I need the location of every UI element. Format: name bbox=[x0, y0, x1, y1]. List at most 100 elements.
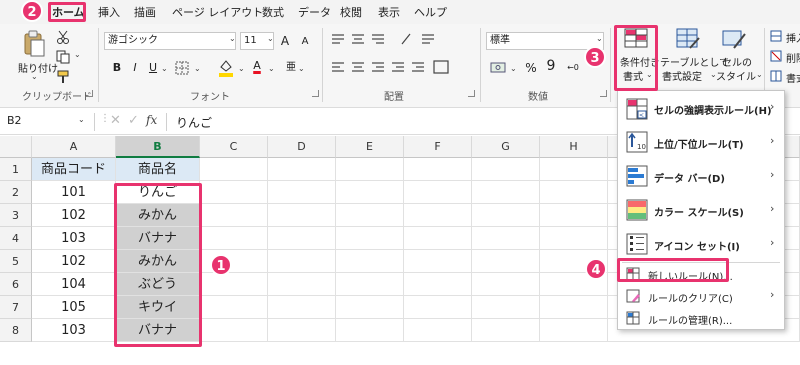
tab-draw[interactable]: 描画 bbox=[134, 4, 156, 22]
grid-cell[interactable]: 商品コード bbox=[32, 158, 116, 181]
grid-cell[interactable]: 103 bbox=[32, 227, 116, 250]
comma-button[interactable]: 9 bbox=[544, 58, 558, 74]
bold-button[interactable]: B bbox=[110, 60, 124, 76]
format-painter-icon[interactable] bbox=[56, 70, 70, 84]
tab-view[interactable]: 表示 bbox=[378, 4, 400, 22]
grid-cell[interactable]: 104 bbox=[32, 273, 116, 296]
grid-cell[interactable]: 103 bbox=[32, 319, 116, 342]
row-header[interactable]: 5 bbox=[0, 250, 32, 273]
grid-cell[interactable] bbox=[336, 181, 404, 204]
column-header-b[interactable]: B bbox=[116, 136, 200, 158]
grid-cell[interactable]: 105 bbox=[32, 296, 116, 319]
grid-cell[interactable] bbox=[268, 227, 336, 250]
font-color-dropdown-icon[interactable]: ⌄ bbox=[268, 64, 275, 73]
accounting-format-icon[interactable] bbox=[490, 60, 508, 76]
row-header[interactable]: 7 bbox=[0, 296, 32, 319]
grid-cell[interactable] bbox=[268, 158, 336, 181]
column-header-d[interactable]: D bbox=[268, 136, 336, 158]
row-header[interactable]: 2 bbox=[0, 181, 32, 204]
tab-insert[interactable]: 挿入 bbox=[98, 4, 120, 22]
number-format-dropdown-icon[interactable]: ⌄ bbox=[596, 34, 603, 43]
grid-cell[interactable] bbox=[404, 273, 472, 296]
enter-icon[interactable]: ✓ bbox=[128, 113, 139, 128]
phonetic-icon[interactable]: 亜 bbox=[284, 60, 298, 76]
grid-cell[interactable] bbox=[404, 158, 472, 181]
menu-item-highlight-rules[interactable]: < セルの強調表示ルール(H) › bbox=[618, 91, 784, 125]
copy-icon[interactable] bbox=[56, 50, 70, 64]
grid-cell[interactable] bbox=[268, 273, 336, 296]
format-cells-icon[interactable] bbox=[770, 70, 782, 82]
paste-icon[interactable] bbox=[22, 30, 46, 58]
borders-dropdown-icon[interactable]: ⌄ bbox=[194, 64, 201, 73]
font-name-dropdown-icon[interactable]: ⌄ bbox=[229, 34, 236, 43]
grid-cell[interactable] bbox=[472, 296, 540, 319]
row-header[interactable]: 1 bbox=[0, 158, 32, 181]
delete-cells-icon[interactable] bbox=[770, 50, 782, 62]
grid-cell[interactable] bbox=[540, 181, 608, 204]
grid-cell[interactable] bbox=[472, 158, 540, 181]
row-header[interactable]: 3 bbox=[0, 204, 32, 227]
grid-cell[interactable] bbox=[404, 227, 472, 250]
delete-cells-label[interactable]: 削除 bbox=[786, 50, 800, 65]
grid-cell[interactable] bbox=[336, 227, 404, 250]
number-format-select[interactable]: 標準 bbox=[486, 32, 604, 50]
grid-cell[interactable] bbox=[540, 319, 608, 342]
cell-styles-label-2[interactable]: スタイル bbox=[716, 68, 756, 83]
row-header[interactable]: 4 bbox=[0, 227, 32, 250]
grid-cell[interactable] bbox=[268, 319, 336, 342]
font-launcher-icon[interactable] bbox=[312, 90, 319, 97]
grid-cell[interactable] bbox=[472, 227, 540, 250]
accounting-dropdown-icon[interactable]: ⌄ bbox=[510, 64, 517, 73]
grid-cell[interactable] bbox=[200, 204, 268, 227]
grid-cell[interactable] bbox=[540, 158, 608, 181]
menu-item-top-bottom-rules[interactable]: 10 上位/下位ルール(T) › bbox=[618, 125, 784, 159]
column-header-e[interactable]: E bbox=[336, 136, 404, 158]
grid-cell[interactable] bbox=[472, 319, 540, 342]
menu-item-icon-sets[interactable]: アイコン セット(I) › bbox=[618, 227, 784, 261]
percent-button[interactable]: % bbox=[524, 60, 538, 76]
grid-cell[interactable] bbox=[200, 319, 268, 342]
column-header-g[interactable]: G bbox=[472, 136, 540, 158]
paste-dropdown-icon[interactable]: ⌄ bbox=[31, 72, 38, 81]
grid-cell[interactable] bbox=[200, 273, 268, 296]
grid-cell[interactable] bbox=[540, 296, 608, 319]
insert-cells-label[interactable]: 挿入 bbox=[786, 30, 800, 45]
paste-label[interactable]: 貼り付け bbox=[18, 60, 58, 75]
shrink-font-button[interactable]: A bbox=[298, 34, 312, 50]
name-box-dropdown-icon[interactable]: ⌄ bbox=[78, 115, 85, 124]
italic-button[interactable]: I bbox=[128, 60, 142, 76]
grid-cell[interactable] bbox=[540, 204, 608, 227]
grid-cell[interactable] bbox=[200, 158, 268, 181]
insert-function-icon[interactable]: fx bbox=[146, 113, 157, 127]
grid-cell[interactable] bbox=[540, 227, 608, 250]
tab-data[interactable]: データ bbox=[298, 4, 331, 22]
clipboard-launcher-icon[interactable] bbox=[86, 90, 93, 97]
grid-cell[interactable] bbox=[404, 204, 472, 227]
font-color-button[interactable]: A bbox=[250, 58, 264, 74]
format-as-table-icon[interactable] bbox=[676, 28, 700, 50]
underline-dropdown-icon[interactable]: ⌄ bbox=[161, 64, 168, 73]
grid-cell[interactable] bbox=[336, 273, 404, 296]
menu-item-manage-rules[interactable]: ルールの管理(R)... bbox=[618, 307, 784, 329]
tab-page-layout[interactable]: ページ レイアウト bbox=[172, 4, 263, 22]
cancel-icon[interactable]: ✕ bbox=[110, 113, 121, 128]
menu-item-data-bars[interactable]: データ バー(D) › bbox=[618, 159, 784, 193]
increase-decimal-icon[interactable]: ←0 bbox=[566, 60, 580, 76]
tab-help[interactable]: ヘルプ bbox=[414, 4, 447, 22]
grid-cell[interactable] bbox=[336, 204, 404, 227]
format-as-table-label-1[interactable]: テーブルとして bbox=[660, 54, 729, 69]
column-header-c[interactable]: C bbox=[200, 136, 268, 158]
grid-cell[interactable]: 102 bbox=[32, 250, 116, 273]
grid-cell[interactable] bbox=[200, 296, 268, 319]
grow-font-button[interactable]: A bbox=[278, 33, 292, 49]
cut-icon[interactable] bbox=[56, 30, 70, 44]
grid-cell[interactable] bbox=[336, 296, 404, 319]
grid-cell[interactable]: 101 bbox=[32, 181, 116, 204]
grid-cell[interactable]: 102 bbox=[32, 204, 116, 227]
grid-cell[interactable] bbox=[404, 250, 472, 273]
grid-cell[interactable] bbox=[472, 273, 540, 296]
borders-icon[interactable] bbox=[174, 60, 190, 76]
grid-cell[interactable] bbox=[472, 204, 540, 227]
grid-cell[interactable] bbox=[336, 250, 404, 273]
format-as-table-label-2[interactable]: 書式設定 bbox=[662, 68, 702, 83]
